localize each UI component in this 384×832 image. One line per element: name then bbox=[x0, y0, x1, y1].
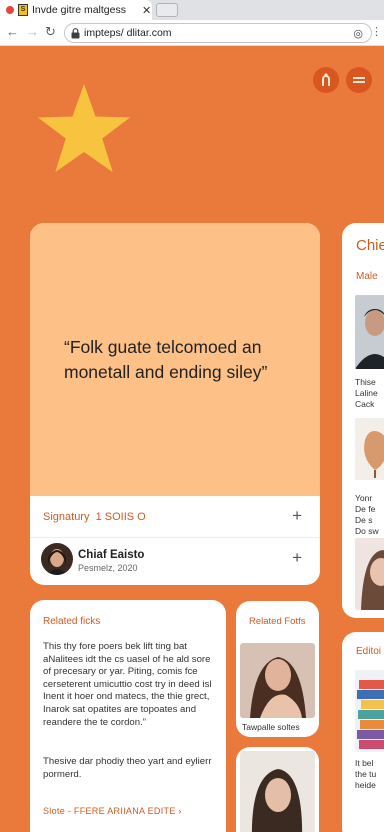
side-card-2: Editoi It bel the tu heide bbox=[342, 632, 384, 832]
avatar bbox=[41, 543, 73, 575]
quote-text: “Folk guate telcomoed an monetall and en… bbox=[64, 337, 268, 382]
new-tab-button[interactable] bbox=[156, 3, 178, 17]
tab-close-icon[interactable]: ✕ bbox=[142, 4, 151, 17]
reload-icon[interactable]: ↻ bbox=[45, 24, 56, 40]
side-books-image[interactable] bbox=[355, 670, 384, 752]
side-title: Chie bbox=[356, 237, 384, 254]
author-date: Pesmelz, 2020 bbox=[78, 563, 138, 573]
signature-row[interactable]: Signatury 1 SOIIS O + bbox=[30, 496, 320, 538]
quote-card: “Folk guate telcomoed an monetall and en… bbox=[30, 223, 320, 585]
portrait-image-2[interactable] bbox=[240, 751, 315, 832]
browser-tab[interactable]: S Invde gitre maltgess ✕ bbox=[0, 0, 152, 20]
side-card: Chie Male Thise Laline Cack Yonr De fe D… bbox=[342, 223, 384, 618]
signature-label-text: Signatury bbox=[43, 511, 90, 523]
author-name: Chiaf Eaisto bbox=[78, 549, 145, 561]
portrait-title: Related Fotfs bbox=[249, 616, 306, 627]
side-image-2[interactable] bbox=[355, 418, 384, 480]
lock-icon bbox=[71, 28, 80, 39]
related-paragraph-2: Thesive dar phodiy theo yart and eylierr… bbox=[43, 756, 212, 780]
tab-title: Invde gitre maltgess bbox=[32, 4, 126, 16]
accessibility-button[interactable] bbox=[313, 67, 339, 93]
footer-link[interactable]: Slote - FFERE ARIIANA EDITE › bbox=[43, 806, 182, 816]
side-image-3[interactable] bbox=[355, 538, 384, 610]
star-icon bbox=[38, 83, 130, 173]
plus-icon[interactable]: + bbox=[292, 548, 302, 568]
forward-icon[interactable]: → bbox=[26, 24, 39, 39]
quote-panel: “Folk guate telcomoed an monetall and en… bbox=[30, 223, 320, 496]
plus-icon[interactable]: + bbox=[292, 506, 302, 526]
portrait-card-2 bbox=[236, 747, 319, 832]
signature-value: 1 SOIIS O bbox=[95, 511, 146, 523]
favicon-icon: S bbox=[18, 4, 28, 16]
portrait-caption: Tawpalle soltes bbox=[242, 722, 300, 732]
menu-dots-icon[interactable]: ⋮ bbox=[371, 25, 382, 38]
accessibility-icon bbox=[322, 73, 330, 86]
portrait-image[interactable] bbox=[240, 643, 315, 718]
back-icon[interactable]: ← bbox=[6, 24, 19, 39]
side-text-2: Yonr De fe De s Do sw bbox=[355, 493, 379, 536]
side-text-1: Thise Laline Cack bbox=[355, 377, 378, 409]
address-bar[interactable]: impteps/ dlitar.com ◎ bbox=[64, 23, 372, 43]
url-text: impteps/ dlitar.com bbox=[84, 27, 172, 39]
menu-icon bbox=[353, 77, 365, 83]
signature-label: Signatury 1 SOIIS O bbox=[43, 511, 146, 523]
menu-button[interactable] bbox=[346, 67, 372, 93]
related-paragraph-1: This thy fore poers bek lift ting bat aN… bbox=[43, 641, 212, 728]
related-title: Related ficks bbox=[43, 616, 101, 627]
side-subtitle: Male bbox=[356, 271, 378, 282]
related-card: Related ficks This thy fore poers bek li… bbox=[30, 600, 226, 832]
portrait-card: Related Fotfs Tawpalle soltes bbox=[236, 601, 319, 737]
recording-icon bbox=[6, 6, 14, 14]
extension-icon[interactable]: ◎ bbox=[353, 27, 363, 40]
side-text-3: It bel the tu heide bbox=[355, 758, 377, 790]
side-title-2: Editoi bbox=[356, 646, 382, 657]
side-image-1[interactable] bbox=[355, 295, 384, 369]
browser-tab-bar: S Invde gitre maltgess ✕ bbox=[0, 0, 384, 20]
browser-toolbar: ← → ↻ impteps/ dlitar.com ◎ ⋮ bbox=[0, 20, 384, 46]
